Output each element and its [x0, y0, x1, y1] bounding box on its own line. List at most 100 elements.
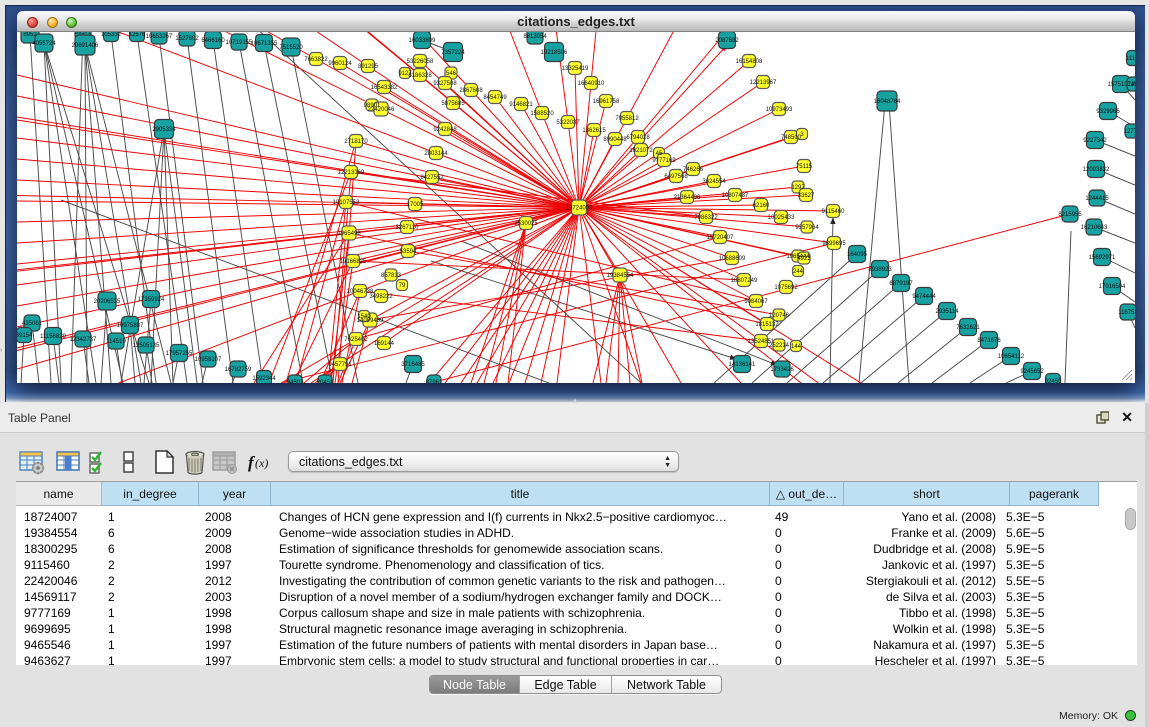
svg-text:9329966: 9329966 [1096, 109, 1120, 115]
svg-text:7625402: 7625402 [344, 337, 368, 343]
svg-text:9777169: 9777169 [652, 158, 676, 164]
svg-text:10807487: 10807487 [722, 193, 749, 199]
svg-text:2867608: 2867608 [459, 88, 483, 94]
svg-text:6497568: 6497568 [664, 174, 688, 180]
svg-text:8471676: 8471676 [977, 338, 1001, 344]
svg-text:10975887: 10975887 [117, 323, 144, 329]
svg-text:10688609: 10688609 [719, 256, 746, 262]
svg-text:94501: 94501 [287, 380, 304, 383]
svg-text:21364436: 21364436 [674, 195, 701, 201]
svg-text:10653267: 10653267 [146, 34, 173, 40]
svg-text:12342737: 12342737 [70, 337, 97, 343]
svg-text:12774: 12774 [1124, 129, 1135, 135]
svg-text:53594: 53594 [400, 249, 417, 255]
svg-text:17359924: 17359924 [138, 297, 165, 303]
svg-text:16543382: 16543382 [371, 85, 398, 91]
svg-text:6879197: 6879197 [889, 281, 913, 287]
svg-text:9227342: 9227342 [1083, 138, 1107, 144]
svg-text:87961: 87961 [426, 380, 443, 383]
svg-text:114519: 114519 [106, 339, 126, 345]
svg-text:2087682: 2087682 [715, 38, 739, 44]
svg-text:10958107: 10958107 [195, 357, 222, 363]
svg-text:16640910: 16640910 [578, 81, 605, 87]
svg-text:11121: 11121 [1126, 56, 1135, 62]
svg-text:16782759: 16782759 [225, 367, 252, 373]
svg-text:7986322: 7986322 [694, 215, 718, 221]
svg-text:164095: 164095 [847, 252, 868, 258]
svg-text:6466160: 6466160 [201, 38, 225, 44]
svg-text:1193: 1193 [1128, 82, 1135, 88]
svg-text:16961758: 16961758 [593, 99, 620, 105]
svg-text:75115: 75115 [796, 164, 813, 170]
svg-text:10107553: 10107553 [333, 200, 360, 206]
svg-text:546: 546 [446, 71, 457, 77]
svg-text:8215955: 8215955 [1058, 212, 1082, 218]
svg-text:9327508: 9327508 [433, 81, 457, 87]
svg-text:7632621: 7632621 [956, 325, 980, 331]
svg-text:1965498: 1965498 [337, 231, 361, 237]
svg-text:1244415: 1244415 [1085, 196, 1109, 202]
svg-text:1297: 1297 [791, 185, 805, 191]
svg-text:9115460: 9115460 [822, 209, 846, 215]
svg-text:252214: 252214 [769, 343, 790, 349]
svg-text:20451: 20451 [317, 380, 334, 383]
svg-text:7955812: 7955812 [615, 116, 639, 122]
svg-text:2718170: 2718170 [344, 139, 368, 145]
svg-text:9960124: 9960124 [328, 61, 352, 67]
svg-text:2935114: 2935114 [936, 309, 960, 315]
svg-text:3624554: 3624554 [702, 179, 726, 185]
svg-text:20206535: 20206535 [94, 299, 121, 305]
svg-text:3267110: 3267110 [396, 225, 420, 231]
svg-text:1733426: 1733426 [770, 367, 794, 373]
svg-text:19218506: 19218506 [541, 50, 568, 56]
svg-text:2803144: 2803144 [424, 151, 448, 157]
svg-text:92450: 92450 [1045, 379, 1062, 383]
svg-text:12093832: 12093832 [1083, 167, 1110, 173]
svg-text:14136141: 14136141 [729, 362, 756, 368]
svg-text:2905334: 2905334 [152, 127, 176, 133]
svg-text:99371: 99371 [75, 32, 92, 36]
svg-text:8938923: 8938923 [868, 267, 892, 273]
svg-text:9357964: 9357964 [795, 225, 819, 231]
svg-text:10719155: 10719155 [226, 40, 253, 46]
svg-text:1592344: 1592344 [252, 376, 276, 382]
svg-text:6794028: 6794028 [626, 135, 650, 141]
svg-text:16048784: 16048784 [874, 99, 901, 105]
svg-text:4923: 4923 [797, 256, 811, 262]
svg-text:9084067: 9084067 [744, 299, 768, 305]
svg-text:20691406: 20691406 [72, 43, 99, 49]
svg-text:169144: 169144 [374, 341, 395, 347]
svg-text:7515520: 7515520 [279, 45, 303, 51]
svg-text:9242848: 9242848 [433, 127, 457, 133]
svg-text:18724007: 18724007 [566, 206, 593, 212]
svg-text:8186328: 8186328 [408, 73, 432, 79]
svg-text:891295: 891295 [358, 64, 379, 70]
svg-text:79: 79 [399, 283, 406, 289]
svg-text:2530025: 2530025 [514, 221, 538, 227]
svg-text:12213369: 12213369 [338, 170, 365, 176]
svg-text:4055724: 4055724 [32, 41, 56, 47]
svg-text:15720407: 15720407 [707, 235, 734, 241]
svg-text:19384554: 19384554 [607, 273, 634, 279]
svg-text:8454749: 8454749 [483, 95, 507, 101]
svg-text:12576: 12576 [129, 32, 146, 38]
svg-text:1527602: 1527602 [175, 36, 199, 42]
svg-text:11156829: 11156829 [40, 334, 66, 340]
svg-text:1588520: 1588520 [530, 111, 554, 117]
svg-text:7357224: 7357224 [441, 50, 465, 56]
svg-text:12505135: 12505135 [133, 343, 160, 349]
svg-text:9245652: 9245652 [1020, 369, 1044, 375]
svg-text:9899695: 9899695 [822, 241, 846, 247]
svg-text:857833: 857833 [381, 273, 402, 279]
svg-text:7663822: 7663822 [304, 57, 328, 63]
svg-text:5875685: 5875685 [441, 101, 465, 107]
svg-text:8813054: 8813054 [523, 34, 547, 40]
svg-text:17005: 17005 [407, 202, 424, 208]
svg-text:1621072: 1621072 [629, 148, 653, 154]
svg-text:748500: 748500 [781, 135, 802, 141]
svg-text:1362615: 1362615 [582, 128, 606, 134]
svg-text:12213967: 12213967 [750, 80, 777, 86]
svg-text:120746: 120746 [769, 313, 790, 319]
svg-text:116753: 116753 [1118, 310, 1135, 316]
svg-text:16033809: 16033809 [409, 38, 436, 44]
